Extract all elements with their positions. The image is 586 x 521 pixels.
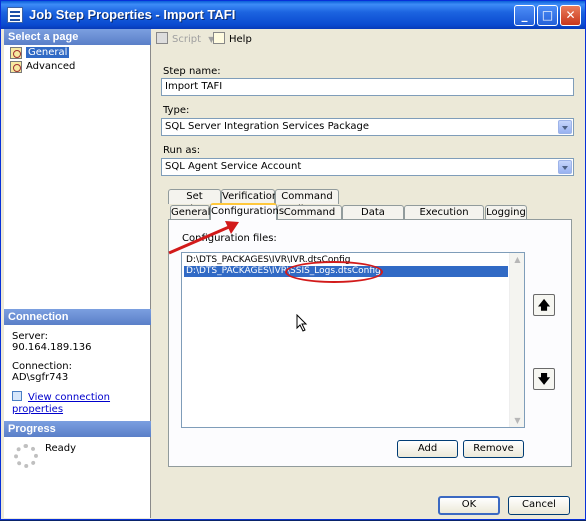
job-step-properties-window: Job Step Properties - Import TAFI _ □ ✕ … — [0, 0, 586, 520]
annotation-arrow-icon — [168, 221, 239, 255]
tab-configurations[interactable]: Configurations — [210, 203, 284, 220]
mouse-cursor-icon — [296, 314, 308, 332]
